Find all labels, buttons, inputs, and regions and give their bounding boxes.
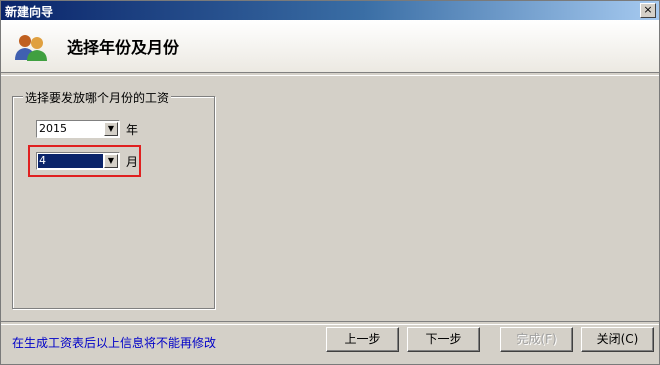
wizard-window: 新建向导 × 选择年份及月份 选择要发放哪个月份的工资 2015 ▼ 年 4 ▼… [0, 0, 660, 365]
wizard-header: 选择年份及月份 [1, 20, 659, 72]
close-button[interactable]: 关闭(C) [581, 327, 654, 352]
chevron-down-icon[interactable]: ▼ [104, 122, 118, 136]
users-icon [15, 35, 47, 61]
title-bar: 新建向导 × [1, 1, 659, 20]
next-button[interactable]: 下一步 [407, 327, 480, 352]
footer-divider [1, 321, 659, 325]
window-title: 新建向导 [5, 5, 54, 19]
close-window-button[interactable]: × [640, 3, 656, 18]
header-divider [1, 72, 659, 76]
finish-button[interactable]: 完成(F) [500, 327, 573, 352]
groupbox-legend: 选择要发放哪个月份的工资 [23, 89, 172, 106]
year-select[interactable]: 2015 ▼ [36, 120, 120, 138]
previous-button[interactable]: 上一步 [326, 327, 399, 352]
page-title: 选择年份及月份 [67, 38, 180, 57]
year-unit-label: 年 [126, 123, 139, 137]
year-value: 2015 [39, 122, 67, 135]
month-highlight-box [28, 145, 141, 177]
footer-note: 在生成工资表后以上信息将不能再修改 [12, 336, 217, 350]
